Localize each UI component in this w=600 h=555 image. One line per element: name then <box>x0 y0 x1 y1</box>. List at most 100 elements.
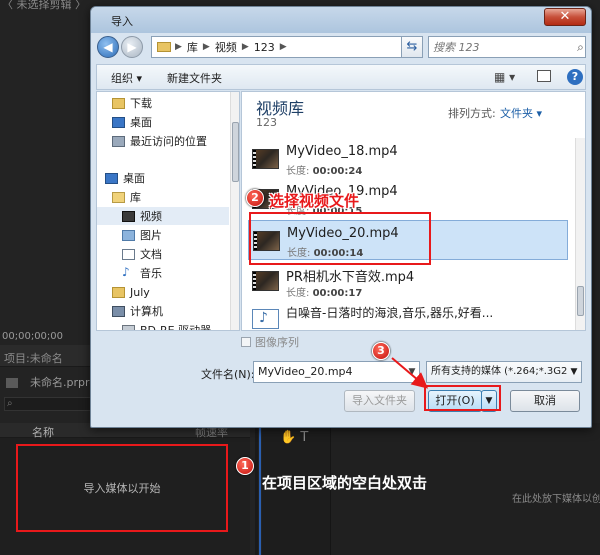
navigation-pane: 下载 桌面 最近访问的位置 桌面 库 视频 图片 文档 ♪ 音乐 July 计算机… <box>96 91 240 331</box>
nav-label: 桌面 <box>130 116 152 129</box>
file-item[interactable]: 白噪音-日落时的海浪,音乐,器乐,好看... <box>248 299 568 330</box>
duration-label: 长度: <box>286 288 310 299</box>
file-item[interactable]: PR相机水下音效.mp4 长度: 00:00:17 <box>248 261 568 301</box>
sort-dropdown[interactable]: 文件夹 ▾ <box>500 105 542 121</box>
nav-label: BD-RE 驱动器 <box>140 324 212 331</box>
filename-value: MyVideo_20.mp4 <box>258 365 353 378</box>
import-folder-button[interactable]: 导入文件夹 <box>344 390 415 412</box>
timeline-drop-hint: 在此处放下媒体以创 <box>512 494 600 505</box>
nav-label: 桌面 <box>123 172 145 185</box>
project-file-icon <box>6 378 18 388</box>
tools-icons[interactable]: ✋ T <box>280 430 308 445</box>
help-icon[interactable]: ? <box>567 69 583 85</box>
step-1-instruction: 在项目区域的空白处双击 <box>262 474 428 492</box>
forward-button[interactable]: ▶ <box>121 36 143 58</box>
view-options-icon[interactable]: ▦ ▾ <box>494 70 515 84</box>
file-scrollbar[interactable] <box>575 138 585 330</box>
address-row: ◀ ▶ ▶ 库 ▶ 视频 ▶ 123 ▶ ⇆ ⌕ <box>91 33 591 61</box>
project-file-name: 未命名.prproj <box>30 376 100 389</box>
project-tab[interactable]: 项目: <box>4 352 30 365</box>
nav-item-july[interactable]: July <box>112 283 239 301</box>
search-box: ⌕ <box>428 36 586 58</box>
dialog-titlebar[interactable]: 导入 ✕ <box>91 7 591 33</box>
nav-item-bd-drive[interactable]: BD-RE 驱动器 <box>122 321 239 331</box>
pictures-icon <box>122 229 135 241</box>
project-search-input[interactable]: ⌕ <box>4 397 92 411</box>
nav-item-desktop[interactable]: 桌面 <box>112 113 239 131</box>
recent-places-icon <box>112 135 125 147</box>
panel-divider[interactable] <box>255 423 258 555</box>
nav-item-libraries[interactable]: 库 <box>112 188 239 206</box>
nav-item-recent[interactable]: 最近访问的位置 <box>112 132 239 150</box>
nav-scrollbar[interactable] <box>230 92 239 330</box>
breadcrumb-123[interactable]: 123 <box>254 41 275 54</box>
new-folder-button[interactable]: 新建文件夹 <box>167 70 222 86</box>
chevron-right-icon[interactable]: ▶ <box>242 42 249 52</box>
refresh-icon: ⇆ <box>406 39 418 54</box>
scrollbar-thumb[interactable] <box>577 286 584 316</box>
panel-focus-line <box>259 423 261 555</box>
file-item[interactable]: MyVideo_18.mp4 长度: 00:00:24 <box>248 139 568 179</box>
highlight-open-button <box>424 385 501 411</box>
library-icon <box>112 191 125 203</box>
folder-icon <box>157 42 171 52</box>
library-subtitle: 123 <box>256 116 277 129</box>
close-icon: ✕ <box>559 9 571 24</box>
chevron-down-icon[interactable]: ▼ <box>567 362 581 382</box>
file-name: PR相机水下音效.mp4 <box>286 270 415 285</box>
nav-label: 音乐 <box>140 267 162 280</box>
folder-icon <box>112 286 125 298</box>
source-monitor-label: 〈 未选择剪辑 〉 <box>2 0 86 11</box>
refresh-button[interactable]: ⇆ <box>401 36 423 58</box>
chevron-right-icon[interactable]: ▶ <box>280 42 287 52</box>
search-icon[interactable]: ⌕ <box>576 40 585 55</box>
highlight-selected-file <box>249 212 431 265</box>
duration-value: 00:00:17 <box>312 288 363 299</box>
step-2-instruction: 选择视频文件 <box>269 192 360 210</box>
nav-label: 视频 <box>140 210 162 223</box>
project-file-row: 未命名.prproj <box>0 370 99 394</box>
file-name: MyVideo_18.mp4 <box>286 144 398 159</box>
forward-arrow-icon: ▶ <box>127 40 137 54</box>
nav-item-music[interactable]: ♪ 音乐 <box>122 264 239 282</box>
close-button[interactable]: ✕ <box>544 8 586 26</box>
back-button[interactable]: ◀ <box>97 36 119 58</box>
nav-item-computer[interactable]: 计算机 <box>112 302 239 320</box>
scrollbar-thumb[interactable] <box>232 122 239 182</box>
chevron-right-icon[interactable]: ▶ <box>203 42 210 52</box>
image-sequence-option[interactable]: 图像序列 <box>241 334 299 350</box>
breadcrumb-video[interactable]: 视频 <box>215 39 237 55</box>
import-media-area[interactable]: 导入媒体以开始 <box>16 444 228 532</box>
file-duration: 长度: 00:00:24 <box>286 162 362 177</box>
drive-icon <box>122 324 135 330</box>
folder-icon <box>112 97 125 109</box>
image-sequence-checkbox[interactable] <box>241 337 251 347</box>
import-media-hint: 导入媒体以开始 <box>83 482 161 495</box>
desktop-icon <box>105 172 118 184</box>
preview-pane-icon[interactable] <box>537 70 551 82</box>
nav-item-downloads[interactable]: 下载 <box>112 94 239 112</box>
nav-label: 库 <box>130 191 141 204</box>
nav-item-pictures[interactable]: 图片 <box>122 226 239 244</box>
project-tab-name[interactable]: 未命名 <box>30 352 63 365</box>
file-type-filter[interactable]: 所有支持的媒体 (*.264;*.3G2;* ▼ <box>426 361 582 383</box>
chevron-right-icon[interactable]: ▶ <box>175 42 182 52</box>
project-panel-tabs[interactable]: 项目:未命名 <box>0 345 95 367</box>
breadcrumb-library[interactable]: 库 <box>187 39 198 55</box>
chevron-down-icon[interactable]: ▼ <box>405 362 419 382</box>
nav-item-desktop-root[interactable]: 桌面 <box>105 169 237 187</box>
nav-item-videos[interactable]: 视频 <box>97 207 229 225</box>
video-thumbnail-icon <box>252 149 279 169</box>
address-bar[interactable]: ▶ 库 ▶ 视频 ▶ 123 ▶ <box>151 36 421 58</box>
computer-icon <box>112 305 125 317</box>
search-input[interactable] <box>429 40 576 54</box>
cancel-button[interactable]: 取消 <box>510 390 580 412</box>
duration-label: 长度: <box>286 166 310 177</box>
timecode: 00;00;00;00 <box>2 331 64 342</box>
step-3-badge: 3 <box>372 342 390 360</box>
organize-button[interactable]: 组织 ▾ <box>111 70 142 86</box>
back-arrow-icon: ◀ <box>103 40 113 54</box>
nav-item-documents[interactable]: 文档 <box>122 245 239 263</box>
duration-value: 00:00:24 <box>312 166 363 177</box>
filename-field[interactable]: MyVideo_20.mp4 ▼ <box>253 361 420 383</box>
